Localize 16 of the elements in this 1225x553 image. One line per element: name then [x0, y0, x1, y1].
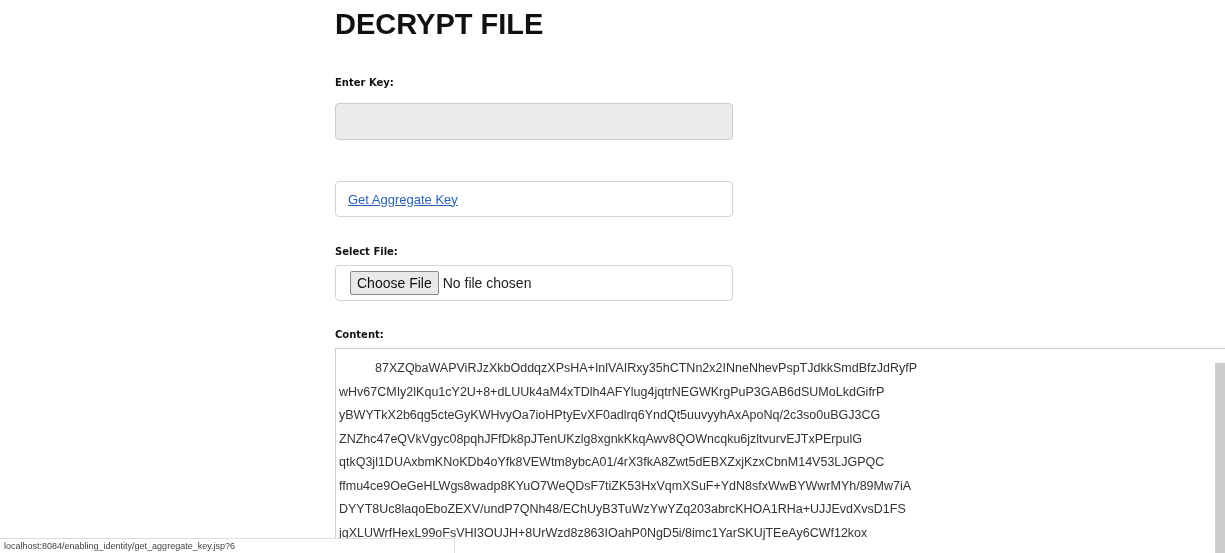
file-status: No file chosen: [442, 275, 532, 291]
text-line: ZNZhc47eQVkVgyc08pqhJFfDk8pJTenUKzlg8xgnkKkqAwv8QOWncqku6jzltvurvEJTxPErpulG: [339, 430, 862, 448]
text-line: 87XZQbaWAPViRJzXkbOddqzXPsHA+InlVAIRxy35hCTNn2x2INneNhevPspTJdkkSmdBfzJdRyfP: [374, 360, 917, 377]
text-line: qtkQ3jl1DUAxbmKNoKDb4oYfk8VEWtm8ybcA01/4rX3fkA8Zwt5dEBXZxjKzxCbnM14V53LJGPQC: [339, 454, 885, 471]
text-line: DYYT8Uc8laqoEboZEXV/undP7QNh48/EChUyB3TuWzYwYZq203abrcKHOA1RHa+UJJEvdXvsD1FS: [339, 501, 906, 518]
aggregate-key-link[interactable]: Get Aggregate Key: [348, 191, 458, 207]
field-label: Enter Key:: [335, 77, 394, 88]
field-label: Content:: [335, 329, 384, 340]
scrollbar[interactable]: [1215, 363, 1225, 553]
choose-file-button[interactable]: Choose File: [350, 271, 439, 295]
page-title: DECRYPT FILE: [335, 8, 544, 41]
text-line: wHv67CMIy2lKqu1cY2U+8+dLUUk4aM4xTDlh4AFYlug4jqtrNEGWKrgPuP3GAB6dSUMoLkdGifrP: [339, 383, 885, 401]
status-bar-url: localhost:8084/enabling_identity/get_aggregate_key.jsp?6: [0, 538, 455, 553]
field-label: Select File:: [335, 246, 398, 257]
text-line: ffmu4ce9OeGeHLWgs8wadp8KYuO7WeQDsF7tiZK53HxVqmXSuF+YdN8sfxWwBYWwrMYh/89Mw7iA: [339, 477, 912, 495]
text-line: yBWYTkX2b6qg5cteGyKWHvyOa7ioHPtyEvXF0adlrq6YndQt5uuvyyhAxApoNq/2c3so0uBGJ3CG: [339, 407, 881, 424]
